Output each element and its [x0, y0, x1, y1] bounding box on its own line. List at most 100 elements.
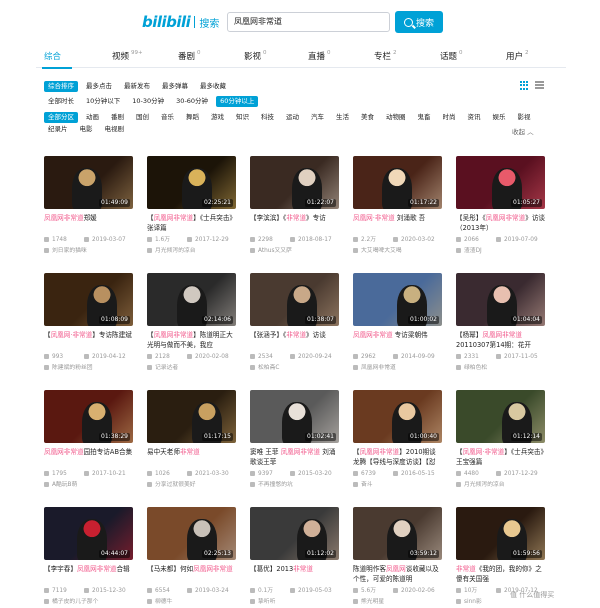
- video-card[interactable]: 01:12:14 【凤凰网·非常道】《士兵突击》王宝强篇 4480 2017-12-2…: [456, 390, 545, 489]
- filter-option[interactable]: 国创: [132, 112, 153, 123]
- uploader[interactable]: 月光倾泻的凉台: [147, 247, 236, 255]
- filter-option[interactable]: 全部分区: [44, 112, 78, 123]
- filter-option[interactable]: 纪录片: [44, 124, 72, 135]
- video-card[interactable]: 01:04:04 【杨幂】凤凰网非常道 20110307第14期：花开 2331 201…: [456, 273, 545, 372]
- uploader[interactable]: 不再撞憋的坑: [250, 481, 339, 489]
- video-thumbnail[interactable]: 01:02:41: [250, 390, 339, 443]
- filter-option[interactable]: 游戏: [207, 112, 228, 123]
- filter-option[interactable]: 科技: [257, 112, 278, 123]
- video-title[interactable]: 【凤凰网非常道】陈道明正大光明与做而不美，我应: [147, 330, 236, 350]
- video-title[interactable]: 【张涵予】《非常道》访谈: [250, 330, 339, 350]
- video-thumbnail[interactable]: 01:22:07: [250, 156, 339, 209]
- uploader[interactable]: 大艾喝啤大艾喝: [353, 247, 442, 255]
- video-thumbnail[interactable]: 01:05:27: [456, 156, 545, 209]
- uploader[interactable]: 松柏斋C: [250, 364, 339, 372]
- bilibili-logo[interactable]: bilibili 搜索: [142, 13, 219, 31]
- filter-option[interactable]: 舞蹈: [182, 112, 203, 123]
- video-thumbnail[interactable]: 03:59:12: [353, 507, 442, 560]
- video-title[interactable]: 【凤凰网·非常道】专访陈建斌: [44, 330, 133, 350]
- filter-option[interactable]: 10-30分钟: [128, 96, 168, 107]
- video-title[interactable]: 【李滨滨】《非常道》专访: [250, 213, 339, 233]
- filter-option[interactable]: 影视: [514, 112, 535, 123]
- video-thumbnail[interactable]: 01:00:40: [353, 390, 442, 443]
- filter-option[interactable]: 娱乐: [489, 112, 510, 123]
- video-card[interactable]: 01:08:09 【凤凰网·非常道】专访陈建斌 993 2019-04-12 陈建斌的粉…: [44, 273, 133, 372]
- video-title[interactable]: 【凤凰网非常道】2010期谈龙腾【导线与深度访谈】【怼: [353, 447, 442, 467]
- video-card[interactable]: 01:00:40 【凤凰网非常道】2010期谈龙腾【导线与深度访谈】【怼 6739 2…: [353, 390, 442, 489]
- uploader[interactable]: 月光倾泻的凉台: [456, 481, 545, 489]
- filter-option[interactable]: 电影: [76, 124, 97, 135]
- uploader[interactable]: 绿柏色松: [456, 364, 545, 372]
- search-button[interactable]: 搜索: [395, 11, 443, 33]
- video-thumbnail[interactable]: 01:38:29: [44, 390, 133, 443]
- video-title[interactable]: 【凤凰网·非常道】《士兵突击》王宝强篇: [456, 447, 545, 467]
- video-card[interactable]: 01:49:09 凤凰网非常道郑媛 1748 2019-03-07 刘日家的猫咪: [44, 156, 133, 255]
- video-card[interactable]: 02:25:21 【凤凰网非常道】《士兵突击》张译篇 1.6万 2017-12-29 月…: [147, 156, 236, 255]
- video-thumbnail[interactable]: 01:12:14: [456, 390, 545, 443]
- uploader[interactable]: 分享过就很美好: [147, 481, 236, 489]
- filter-option[interactable]: 汽车: [307, 112, 328, 123]
- video-card[interactable]: 03:59:12 陈道明作客凤凰网谈收藏以及个性，可爱的陈道明 5.6万 2020-0…: [353, 507, 442, 606]
- filter-option[interactable]: 运动: [282, 112, 303, 123]
- filter-option[interactable]: 最新发布: [120, 81, 154, 92]
- filter-option[interactable]: 番剧: [107, 112, 128, 123]
- video-card[interactable]: 02:25:13 【马未都】何如凤凰网非常道 6554 2019-03-24 柳德牛: [147, 507, 236, 606]
- uploader[interactable]: 熊光明星: [353, 598, 442, 606]
- filter-option[interactable]: 动画: [82, 112, 103, 123]
- uploader[interactable]: 挚听听: [250, 598, 339, 606]
- list-view-icon[interactable]: [535, 81, 544, 90]
- filter-option[interactable]: 美食: [357, 112, 378, 123]
- filter-option[interactable]: 电视剧: [101, 124, 129, 135]
- video-thumbnail[interactable]: 01:08:09: [44, 273, 133, 326]
- video-title[interactable]: 【吴彤】《凤凰网非常道》访谈（2013年）: [456, 213, 545, 233]
- tab-7[interactable]: 用户 2: [506, 50, 529, 62]
- video-title[interactable]: 【葛优】2013非常道: [250, 564, 339, 584]
- tab-2[interactable]: 番剧 0: [178, 50, 201, 62]
- video-thumbnail[interactable]: 02:25:13: [147, 507, 236, 560]
- video-thumbnail[interactable]: 02:25:21: [147, 156, 236, 209]
- filter-option[interactable]: 10分钟以下: [82, 96, 124, 107]
- video-title[interactable]: 【马未都】何如凤凰网非常道: [147, 564, 236, 584]
- tab-4[interactable]: 直播 0: [308, 50, 331, 62]
- uploader[interactable]: 柳德牛: [147, 598, 236, 606]
- uploader[interactable]: 凤凰网非常道: [353, 364, 442, 372]
- filter-option[interactable]: 生活: [332, 112, 353, 123]
- video-title[interactable]: 【凤凰网非常道】《士兵突击》张译篇: [147, 213, 236, 233]
- video-title[interactable]: 窦唯 王菲 凤凰网非常道 刘涌歌谈王菲: [250, 447, 339, 467]
- video-thumbnail[interactable]: 02:14:06: [147, 273, 236, 326]
- video-thumbnail[interactable]: 01:49:09: [44, 156, 133, 209]
- filter-option[interactable]: 音乐: [157, 112, 178, 123]
- video-title[interactable]: 凤凰网·非常道 刘涌歌 吾: [353, 213, 442, 233]
- video-title[interactable]: 凤凰网非常道园拍专访AB合集: [44, 447, 133, 467]
- filter-option[interactable]: 资讯: [464, 112, 485, 123]
- filter-option[interactable]: 60分钟以上: [216, 96, 259, 107]
- tab-0[interactable]: 综合: [44, 50, 61, 62]
- video-title[interactable]: 非常道《我的团，我的你》之傻有关国强: [456, 564, 545, 584]
- video-card[interactable]: 01:12:02 【葛优】2013非常道 0.1万 2019-05-03 挚听听: [250, 507, 339, 606]
- video-title[interactable]: 凤凰网非常道 专访梁朝伟: [353, 330, 442, 350]
- video-card[interactable]: 01:02:41 窦唯 王菲 凤凰网非常道 刘涌歌谈王菲 9397 2015-03-2…: [250, 390, 339, 489]
- video-card[interactable]: 04:44:07 【李宇春】凤凰网非常道合辑 7119 2015-12-30 橘子皮的儿…: [44, 507, 133, 606]
- video-title[interactable]: 陈道明作客凤凰网谈收藏以及个性，可爱的陈道明: [353, 564, 442, 584]
- video-title[interactable]: 【李宇春】凤凰网非常道合辑: [44, 564, 133, 584]
- video-thumbnail[interactable]: 01:17:15: [147, 390, 236, 443]
- video-thumbnail[interactable]: 01:38:07: [250, 273, 339, 326]
- uploader[interactable]: 刘日家的猫咪: [44, 247, 133, 255]
- search-input[interactable]: 凤凰网非常道: [227, 12, 390, 32]
- tab-5[interactable]: 专栏 2: [374, 50, 397, 62]
- video-thumbnail[interactable]: 04:44:07: [44, 507, 133, 560]
- uploader[interactable]: 记录达者: [147, 364, 236, 372]
- video-thumbnail[interactable]: 01:17:22: [353, 156, 442, 209]
- tab-3[interactable]: 影视 0: [244, 50, 267, 62]
- filter-option[interactable]: 知识: [232, 112, 253, 123]
- video-title[interactable]: 易中天老师非常道: [147, 447, 236, 467]
- video-thumbnail[interactable]: 01:12:02: [250, 507, 339, 560]
- video-title[interactable]: 【杨幂】凤凰网非常道 20110307第14期：花开: [456, 330, 545, 350]
- filter-option[interactable]: 最多收藏: [196, 81, 230, 92]
- video-card[interactable]: 01:00:02 凤凰网非常道 专访梁朝伟 2962 2014-09-09 凤凰网非常道: [353, 273, 442, 372]
- filter-option[interactable]: 综合排序: [44, 81, 78, 92]
- video-thumbnail[interactable]: 01:04:04: [456, 273, 545, 326]
- video-card[interactable]: 01:22:07 【李滨滨】《非常道》专访 2298 2018-08-17 Athus又…: [250, 156, 339, 255]
- tab-1[interactable]: 视频 99+: [112, 50, 143, 62]
- filter-option[interactable]: 时尚: [439, 112, 460, 123]
